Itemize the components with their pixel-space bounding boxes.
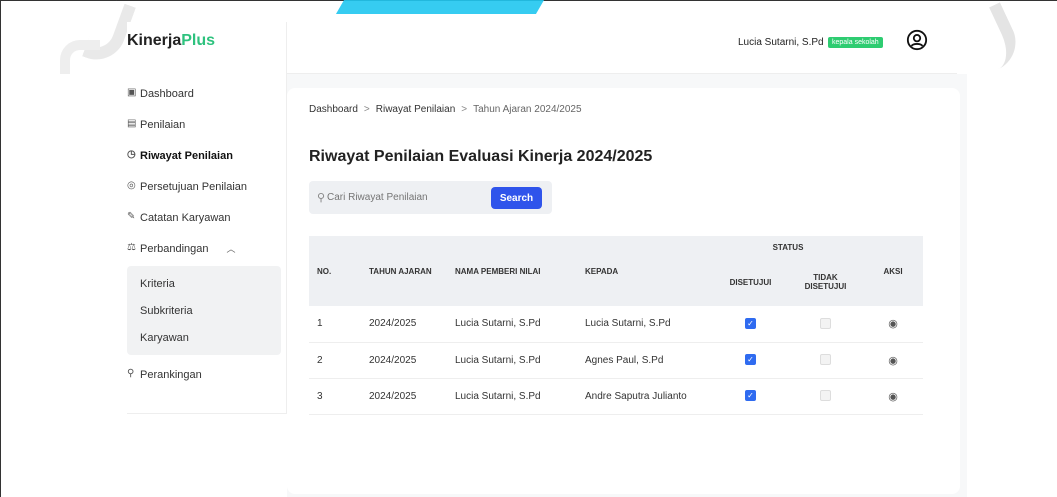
cell-no: 1 <box>309 306 361 343</box>
breadcrumb-item-riwayat[interactable]: Riwayat Penilaian <box>376 104 456 115</box>
cell-disetujui: ✓ <box>713 342 788 379</box>
breadcrumb-separator: > <box>363 104 370 115</box>
sidebar-item-catatan-karyawan[interactable]: ✎ Catatan Karyawan <box>127 202 287 233</box>
notes-icon: ✎ <box>127 211 136 222</box>
brand-logo[interactable]: KinerjaPlus <box>127 32 215 50</box>
cell-tahun: 2024/2025 <box>361 378 447 415</box>
breadcrumb-item-current: Tahun Ajaran 2024/2025 <box>473 104 582 115</box>
sidebar-item-label: Dashboard <box>140 87 194 100</box>
breadcrumb-separator: > <box>461 104 468 115</box>
dashboard-icon: ▣ <box>127 87 137 98</box>
col-header-tidak-disetujui: TIDAK DISETUJUI <box>788 258 863 306</box>
sidebar-item-label: Perbandingan <box>140 242 209 255</box>
cell-pemberi: Lucia Sutarni, S.Pd <box>447 342 577 379</box>
sidebar-nav: ▣ Dashboard ▤ Penilaian ◷ Riwayat Penila… <box>127 78 287 390</box>
watermark-stroke <box>60 40 100 74</box>
cell-kepada: Lucia Sutarni, S.Pd <box>577 306 713 343</box>
perbandingan-submenu: Kriteria Subkriteria Karyawan <box>127 266 281 355</box>
col-header-tahun: TAHUN AJARAN <box>361 236 447 306</box>
sidebar-item-label: Perankingan <box>140 368 202 381</box>
watermark-stroke <box>335 0 545 14</box>
top-bar: Lucia Sutarni, S.Pd kepala sekolah <box>287 22 957 74</box>
sidebar: KinerjaPlus ▣ Dashboard ▤ Penilaian ◷ Ri… <box>127 22 287 414</box>
sidebar-item-label: Catatan Karyawan <box>140 211 231 224</box>
cell-kepada: Agnes Paul, S.Pd <box>577 342 713 379</box>
table-row: 1 2024/2025 Lucia Sutarni, S.Pd Lucia Su… <box>309 306 923 343</box>
cell-disetujui: ✓ <box>713 378 788 415</box>
breadcrumb-item-dashboard[interactable]: Dashboard <box>309 104 358 115</box>
approved-checkbox[interactable]: ✓ <box>745 390 756 402</box>
breadcrumb: Dashboard > Riwayat Penilaian > Tahun Aj… <box>309 104 582 115</box>
col-header-kepada: KEPADA <box>577 236 713 306</box>
page-title: Riwayat Penilaian Evaluasi Kinerja 2024/… <box>309 148 653 165</box>
cell-no: 3 <box>309 378 361 415</box>
clipboard-icon: ▤ <box>127 118 137 129</box>
cell-tahun: 2024/2025 <box>361 306 447 343</box>
sidebar-item-perankingan[interactable]: ⚲ Perankingan <box>127 359 287 390</box>
scale-icon: ⚖ <box>127 242 136 253</box>
approved-checkbox[interactable]: ✓ <box>745 318 756 330</box>
user-name: Lucia Sutarni, S.Pd <box>738 37 824 48</box>
cell-pemberi: Lucia Sutarni, S.Pd <box>447 306 577 343</box>
col-header-disetujui: DISETUJUI <box>713 258 788 306</box>
cell-aksi: ◉ <box>863 342 923 379</box>
cell-tahun: 2024/2025 <box>361 342 447 379</box>
eye-icon[interactable]: ◉ <box>888 354 898 367</box>
cell-disetujui: ✓ <box>713 306 788 343</box>
cell-tidak-disetujui <box>788 342 863 379</box>
sidebar-item-perbandingan[interactable]: ⚖ Perbandingan ︿ <box>127 233 287 264</box>
eye-icon[interactable]: ◉ <box>888 317 898 330</box>
history-table: NO. TAHUN AJARAN NAMA PEMBERI NILAI KEPA… <box>309 236 923 415</box>
col-header-no: NO. <box>309 236 361 306</box>
sidebar-item-label: Persetujuan Penilaian <box>140 180 248 193</box>
sidebar-item-penilaian[interactable]: ▤ Penilaian <box>127 109 287 140</box>
check-circle-icon: ◎ <box>127 180 136 191</box>
search-button[interactable]: Search <box>491 187 542 209</box>
sidebar-item-persetujuan-penilaian[interactable]: ◎ Persetujuan Penilaian <box>127 171 287 202</box>
search-input[interactable] <box>327 189 477 205</box>
rejected-checkbox[interactable] <box>820 318 831 330</box>
clock-icon: ◷ <box>127 149 136 160</box>
submenu-item-kriteria[interactable]: Kriteria <box>127 270 281 297</box>
sidebar-item-label: Riwayat Penilaian <box>140 149 233 162</box>
col-header-pemberi: NAMA PEMBERI NILAI <box>447 236 577 306</box>
search-icon: ⚲ <box>317 192 326 204</box>
sidebar-item-dashboard[interactable]: ▣ Dashboard <box>127 78 287 109</box>
cell-tidak-disetujui <box>788 378 863 415</box>
col-header-aksi: AKSI <box>863 236 923 306</box>
table-row: 2 2024/2025 Lucia Sutarni, S.Pd Agnes Pa… <box>309 342 923 379</box>
eye-icon[interactable]: ◉ <box>888 390 898 403</box>
cell-aksi: ◉ <box>863 306 923 343</box>
main-card: Dashboard > Riwayat Penilaian > Tahun Aj… <box>287 88 960 494</box>
sidebar-item-label: Penilaian <box>140 118 186 131</box>
table-row: 3 2024/2025 Lucia Sutarni, S.Pd Andre Sa… <box>309 378 923 415</box>
sidebar-item-riwayat-penilaian[interactable]: ◷ Riwayat Penilaian <box>127 140 287 171</box>
chevron-up-icon: ︿ <box>226 244 236 254</box>
cell-no: 2 <box>309 342 361 379</box>
search-bar: ⚲ Search <box>309 181 552 214</box>
app-window: KinerjaPlus ▣ Dashboard ▤ Penilaian ◷ Ri… <box>127 22 967 497</box>
cell-pemberi: Lucia Sutarni, S.Pd <box>447 378 577 415</box>
col-header-status: STATUS <box>713 236 863 258</box>
brand-name-accent: Plus <box>181 32 216 49</box>
approved-checkbox[interactable]: ✓ <box>745 354 756 366</box>
cell-kepada: Andre Saputra Julianto <box>577 378 713 415</box>
user-circle-icon[interactable] <box>906 29 928 51</box>
rejected-checkbox[interactable] <box>820 390 831 402</box>
hierarchy-icon: ⚲ <box>127 368 135 379</box>
cell-tidak-disetujui <box>788 306 863 343</box>
brand-name: Kinerja <box>127 32 182 49</box>
submenu-item-subkriteria[interactable]: Subkriteria <box>127 297 281 324</box>
role-badge: kepala sekolah <box>828 37 883 48</box>
submenu-item-karyawan[interactable]: Karyawan <box>127 324 281 351</box>
rejected-checkbox[interactable] <box>820 354 831 366</box>
cell-aksi: ◉ <box>863 378 923 415</box>
